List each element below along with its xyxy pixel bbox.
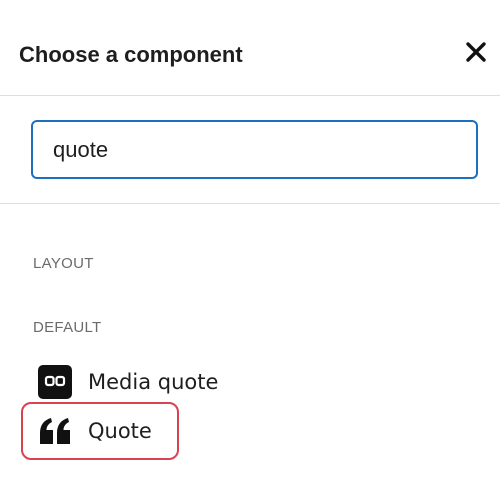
quote-icon — [38, 414, 72, 448]
component-label-quote: Quote — [88, 419, 152, 443]
component-item-media-quote[interactable]: Media quote — [38, 364, 218, 400]
search-input[interactable] — [31, 120, 478, 179]
close-button[interactable] — [462, 38, 490, 66]
section-heading-layout: LAYOUT — [33, 255, 94, 272]
component-item-quote[interactable]: Quote — [38, 413, 152, 449]
close-icon — [466, 42, 486, 62]
dialog-title: Choose a component — [19, 42, 243, 67]
dialog-header: Choose a component — [0, 0, 500, 96]
search-section — [0, 96, 500, 204]
component-label-media-quote: Media quote — [88, 370, 219, 394]
choose-component-dialog: Choose a component LAYOUT DEFAULT Media … — [0, 0, 500, 500]
media-quote-icon — [38, 365, 72, 399]
section-heading-default: DEFAULT — [33, 319, 102, 336]
